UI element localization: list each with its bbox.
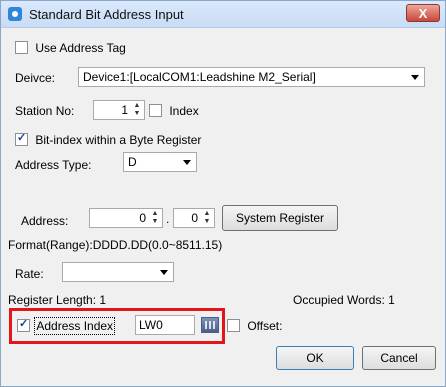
offset-row[interactable]: Offset: bbox=[227, 319, 282, 333]
spin-arrows-icon[interactable]: ▲ ▼ bbox=[150, 210, 160, 226]
index-label: Index bbox=[169, 104, 199, 118]
use-address-tag-checkbox[interactable] bbox=[15, 41, 28, 54]
address-index-input[interactable]: LW0 bbox=[135, 315, 195, 335]
index-checkbox[interactable] bbox=[149, 104, 162, 117]
address-label: Address: bbox=[21, 214, 69, 228]
station-label: Station No: bbox=[15, 104, 75, 118]
address-type-label: Address Type: bbox=[15, 158, 92, 172]
format-range-text: Format(Range):DDDD.DD(0.0~8511.15) bbox=[8, 238, 223, 252]
chevron-down-icon bbox=[411, 75, 419, 80]
occupied-words-text: Occupied Words: 1 bbox=[293, 293, 395, 307]
address-word-value: 0 bbox=[139, 211, 146, 225]
cancel-button[interactable]: Cancel bbox=[362, 346, 436, 370]
address-word-spinbox[interactable]: 0 ▲ ▼ bbox=[89, 208, 163, 228]
address-separator: . bbox=[166, 212, 170, 226]
address-index-row[interactable]: Address Index bbox=[17, 317, 116, 335]
spin-arrows-icon[interactable]: ▲ ▼ bbox=[202, 210, 212, 226]
system-register-button[interactable]: System Register bbox=[222, 205, 338, 231]
chevron-down-icon bbox=[183, 160, 191, 165]
use-address-tag-label: Use Address Tag bbox=[35, 41, 126, 55]
use-address-tag-row[interactable]: Use Address Tag bbox=[15, 41, 126, 55]
address-type-value: D bbox=[128, 155, 137, 169]
station-value: 1 bbox=[121, 103, 128, 117]
address-index-checkbox[interactable] bbox=[17, 317, 30, 332]
address-bit-value: 0 bbox=[191, 211, 198, 225]
device-select[interactable]: Device1:[LocalCOM1:Leadshine M2_Serial] bbox=[78, 67, 425, 87]
ok-button[interactable]: OK bbox=[276, 346, 354, 370]
bit-index-row[interactable]: Bit-index within a Byte Register bbox=[15, 131, 202, 147]
station-spinbox[interactable]: 1 ▲ ▼ bbox=[93, 100, 145, 120]
rate-label: Rate: bbox=[15, 267, 44, 281]
offset-checkbox[interactable] bbox=[227, 319, 240, 332]
device-select-value: Device1:[LocalCOM1:Leadshine M2_Serial] bbox=[83, 70, 316, 84]
index-row[interactable]: Index bbox=[149, 104, 199, 118]
device-label: Deivce: bbox=[15, 71, 56, 85]
address-bit-spinbox[interactable]: 0 ▲ ▼ bbox=[173, 208, 215, 228]
address-type-select[interactable]: D bbox=[123, 152, 197, 172]
dialog-window: Standard Bit Address Input X Use Address… bbox=[0, 0, 446, 387]
close-button[interactable]: X bbox=[406, 4, 440, 22]
address-index-label: Address Index bbox=[34, 317, 116, 335]
rate-select[interactable] bbox=[62, 262, 174, 282]
chevron-down-icon bbox=[160, 270, 168, 275]
title-bar[interactable]: Standard Bit Address Input X bbox=[1, 1, 445, 28]
spin-arrows-icon[interactable]: ▲ ▼ bbox=[132, 102, 142, 118]
offset-label: Offset: bbox=[247, 319, 283, 333]
register-length-text: Register Length: 1 bbox=[8, 293, 107, 307]
bit-index-label: Bit-index within a Byte Register bbox=[35, 133, 202, 147]
keypad-icon[interactable] bbox=[201, 317, 219, 333]
app-icon bbox=[8, 7, 22, 21]
window-title: Standard Bit Address Input bbox=[29, 7, 184, 22]
bit-index-checkbox[interactable] bbox=[15, 131, 28, 146]
divider bbox=[9, 191, 437, 192]
